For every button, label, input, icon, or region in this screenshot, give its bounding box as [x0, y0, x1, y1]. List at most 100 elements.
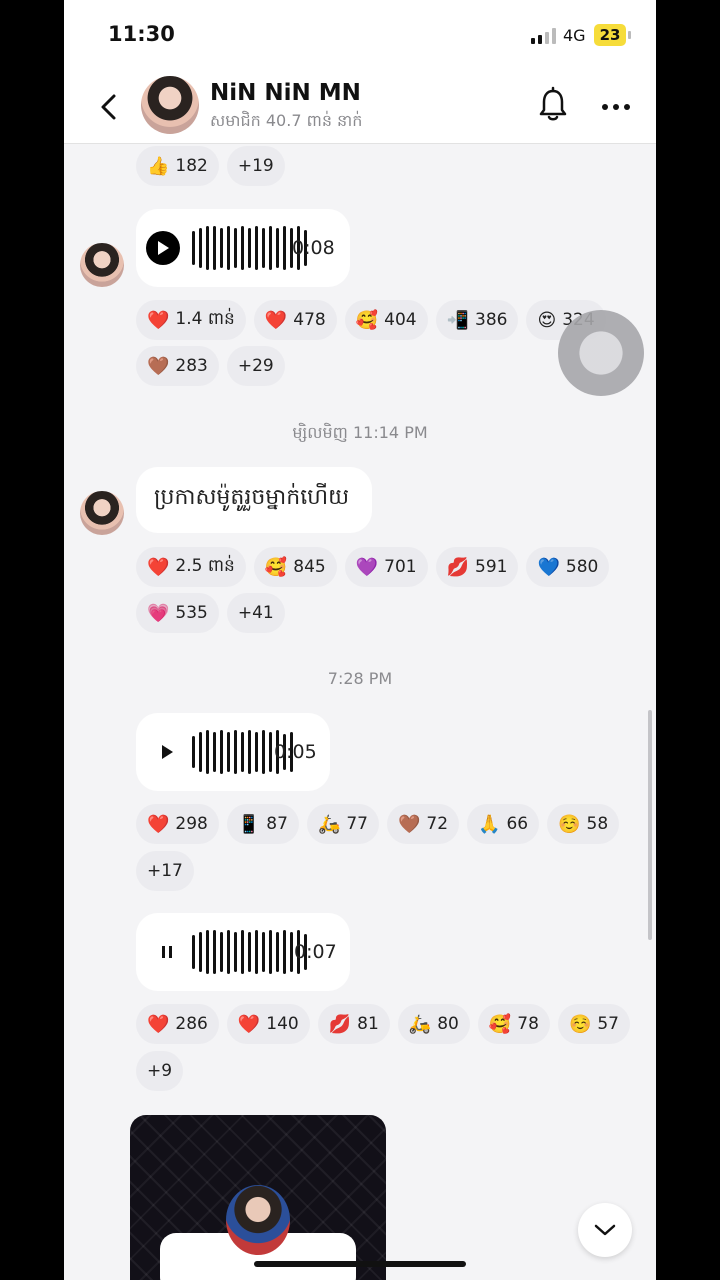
- reaction-emoji: 😍: [537, 309, 557, 331]
- voice-waveform[interactable]: [192, 225, 307, 271]
- voice-waveform[interactable]: [192, 929, 307, 975]
- reaction-emoji: 🤎: [147, 355, 170, 377]
- reaction-emoji: ❤️: [147, 309, 170, 331]
- reaction-count: 182: [175, 156, 208, 176]
- reaction-chip[interactable]: 🛵 77: [306, 804, 379, 844]
- reaction-chip[interactable]: 💗 535: [136, 593, 219, 633]
- reaction-count: +19: [237, 156, 274, 176]
- reaction-chip[interactable]: 🥰 78: [477, 1004, 550, 1044]
- reaction-row: ❤️ 286 ❤️ 140 💋 81 🛵 80 🥰 78 ☺️ 57: [136, 1004, 630, 1044]
- reaction-more-chip[interactable]: +17: [136, 851, 194, 891]
- voice-message[interactable]: 0:05: [136, 713, 330, 791]
- reaction-count: 386: [475, 310, 508, 330]
- scroll-down-button[interactable]: [578, 1203, 632, 1257]
- reaction-chip[interactable]: ❤️ 298: [136, 804, 219, 844]
- reaction-chip[interactable]: ❤️ 140: [226, 1004, 310, 1044]
- reaction-emoji: 💗: [147, 602, 170, 624]
- reaction-emoji: 💙: [537, 556, 560, 578]
- reaction-chip[interactable]: 🥰 845: [253, 547, 337, 587]
- voice-duration: 0:08: [292, 237, 335, 259]
- reaction-emoji: 🙏: [478, 813, 501, 835]
- reaction-chip[interactable]: 📲 386: [435, 300, 519, 340]
- reaction-emoji: 💋: [446, 556, 470, 578]
- home-indicator[interactable]: [254, 1261, 466, 1267]
- reaction-chip[interactable]: ☺️ 58: [547, 804, 620, 844]
- voice-duration: 0:05: [274, 741, 317, 763]
- play-icon[interactable]: [154, 739, 180, 765]
- phone-screen: 11:30 4G 23 NiN NiN MN សមាជិក 40.7 ពាន់ …: [64, 0, 656, 1280]
- reaction-emoji: 🥰: [488, 1013, 512, 1035]
- voice-message[interactable]: 0:08: [136, 209, 350, 287]
- reaction-count: +41: [237, 603, 274, 623]
- reaction-count: +9: [147, 1061, 173, 1081]
- chevron-left-icon[interactable]: [94, 90, 124, 124]
- sender-avatar[interactable]: [80, 491, 124, 535]
- reaction-emoji: 🤎: [398, 813, 421, 835]
- text-message-bubble[interactable]: ប្រកាសម៉ូតូរួចម្នាក់ហើយ: [136, 467, 372, 533]
- reaction-more-chip[interactable]: +9: [136, 1051, 184, 1091]
- reaction-chip[interactable]: ☺️ 57: [557, 1004, 630, 1044]
- reaction-emoji: ☺️: [558, 813, 581, 835]
- reaction-chip[interactable]: 👍 182: [136, 146, 219, 186]
- more-horizontal-icon[interactable]: [599, 92, 633, 122]
- reaction-emoji: 📱: [237, 813, 261, 835]
- reaction-chip[interactable]: ❤️ 1.4 ពាន់: [136, 300, 246, 340]
- channel-name[interactable]: NiN NiN MN: [210, 80, 361, 106]
- member-count: សមាជិក 40.7 ពាន់ នាក់: [210, 111, 363, 130]
- reaction-chip[interactable]: 💙 580: [526, 547, 610, 587]
- reaction-row: ❤️1.4 ពាន់ ❤️478 🥰404 📲386 😍324: [136, 300, 606, 340]
- reaction-count: 283: [175, 356, 208, 376]
- scrollbar[interactable]: [648, 710, 652, 940]
- reaction-emoji: 🥰: [264, 556, 288, 578]
- reaction-count: +17: [147, 861, 183, 881]
- play-icon[interactable]: [146, 231, 180, 265]
- reaction-count: 78: [517, 1014, 539, 1034]
- reaction-count: 845: [293, 557, 326, 577]
- reaction-count: 478: [293, 310, 326, 330]
- reaction-chip[interactable]: 🥰 404: [344, 300, 428, 340]
- reaction-count: 298: [175, 814, 208, 834]
- reaction-count: 66: [506, 814, 529, 834]
- reaction-chip[interactable]: ❤️ 286: [136, 1004, 219, 1044]
- channel-avatar[interactable]: [141, 76, 199, 134]
- reaction-count: 58: [586, 814, 609, 834]
- reaction-chip[interactable]: ❤️ 2.5 ពាន់: [136, 547, 246, 587]
- pause-icon[interactable]: [154, 939, 180, 965]
- reaction-row: +9: [136, 1051, 184, 1091]
- reaction-count: 580: [565, 557, 599, 577]
- voice-message[interactable]: 0:07: [136, 913, 350, 991]
- bell-icon[interactable]: [536, 86, 570, 124]
- reaction-chip[interactable]: 🤎 283: [136, 346, 219, 386]
- chat-feed[interactable]: 👍 182 +19 0:08 ❤️ 1.4 ពាន់ ❤️ 478 🥰 404 📲 386…: [64, 145, 656, 1280]
- reaction-emoji: ❤️: [147, 813, 170, 835]
- reaction-emoji: 🛵: [317, 813, 341, 835]
- reaction-chip[interactable]: 🙏 66: [467, 804, 540, 844]
- reaction-emoji: 💜: [355, 556, 379, 578]
- status-time: 11:30: [108, 22, 175, 46]
- status-bar: 11:30 4G 23: [64, 0, 656, 70]
- reaction-row: 🤎 283 +29: [136, 346, 285, 386]
- signal-icon: [531, 28, 556, 44]
- reaction-chip[interactable]: 💜 701: [344, 547, 428, 587]
- reaction-chip[interactable]: 🛵 80: [397, 1004, 470, 1044]
- reaction-chip[interactable]: 💋 81: [317, 1004, 390, 1044]
- reaction-row: ❤️ 298 📱 87 🛵 77 🤎 72 🙏 66 ☺️ 58: [136, 804, 620, 844]
- reaction-chip[interactable]: 💋 591: [435, 547, 519, 587]
- reaction-chip[interactable]: 🤎 72: [387, 804, 460, 844]
- reaction-row: 💗 535 +41: [136, 593, 285, 633]
- reaction-row: 👍 182 +19: [136, 146, 285, 186]
- time-stamp: 7:28 PM: [327, 669, 393, 688]
- reaction-more-chip[interactable]: +19: [226, 146, 285, 186]
- reaction-more-chip[interactable]: +41: [226, 593, 285, 633]
- assistive-touch-button[interactable]: [558, 310, 644, 396]
- reaction-chip[interactable]: ❤️ 478: [253, 300, 337, 340]
- sender-avatar[interactable]: [80, 243, 124, 287]
- reaction-emoji: ❤️: [264, 309, 288, 331]
- media-message[interactable]: [130, 1115, 386, 1280]
- reaction-more-chip[interactable]: +29: [226, 346, 285, 386]
- reaction-count: 77: [346, 814, 368, 834]
- reaction-count: 57: [597, 1014, 619, 1034]
- reaction-chip[interactable]: 📱 87: [226, 804, 299, 844]
- reaction-count: 535: [175, 603, 208, 623]
- reaction-emoji: 🛵: [408, 1013, 432, 1035]
